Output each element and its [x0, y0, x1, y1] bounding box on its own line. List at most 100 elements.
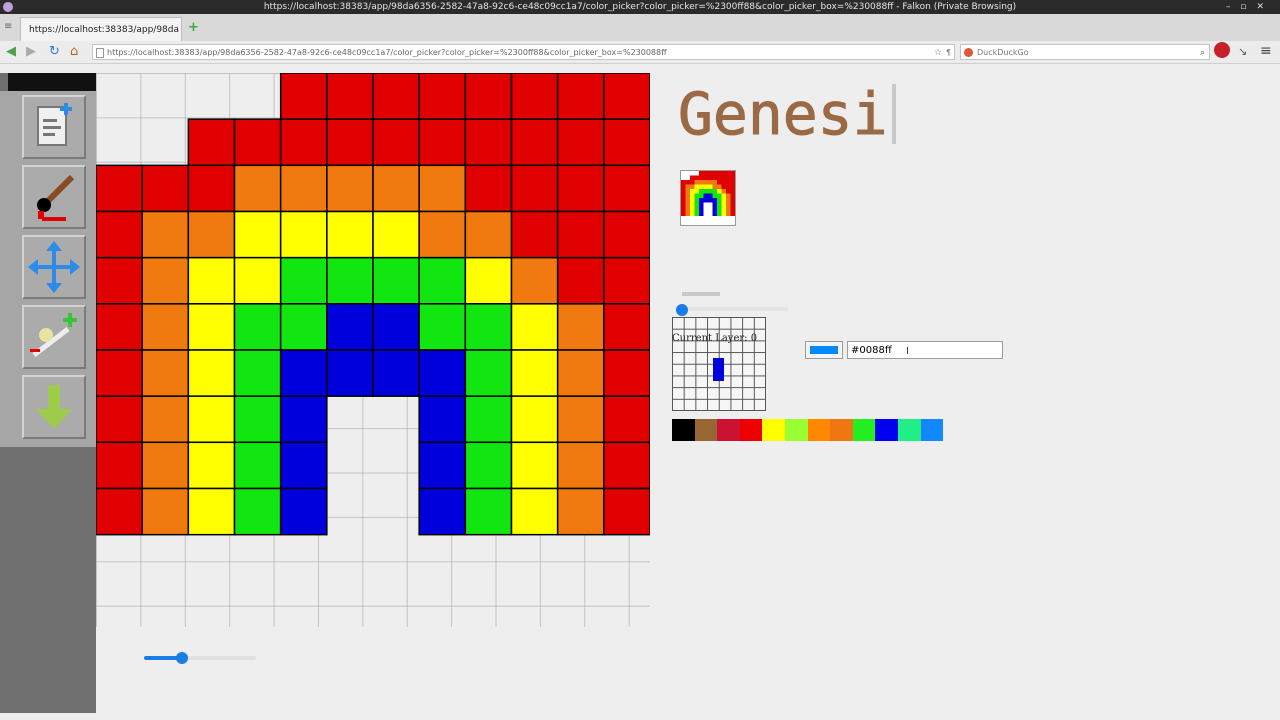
pixel-cell[interactable] — [556, 256, 605, 305]
pixel-cell[interactable] — [556, 210, 605, 259]
pixel-cell[interactable] — [326, 164, 374, 213]
pixel-cell[interactable] — [279, 118, 328, 167]
pixel-cell[interactable] — [96, 164, 143, 213]
palette-swatch[interactable] — [830, 419, 853, 441]
reader-icon[interactable]: ¶ — [946, 45, 951, 59]
pixel-cell[interactable] — [556, 395, 605, 444]
download-tool-button[interactable] — [22, 375, 86, 439]
pixel-cell[interactable] — [464, 487, 513, 536]
pixel-cell[interactable] — [510, 164, 559, 213]
pixel-cell[interactable] — [187, 118, 236, 167]
pixel-cell[interactable] — [510, 441, 559, 490]
layer-slider-track[interactable] — [676, 307, 788, 311]
pixel-cell[interactable] — [141, 164, 190, 213]
palette-swatch[interactable] — [875, 419, 898, 441]
pixel-cell[interactable] — [464, 441, 513, 490]
download-manager-icon[interactable]: ↘ — [1238, 43, 1247, 61]
pixel-cell[interactable] — [418, 73, 467, 120]
pixel-cell[interactable] — [464, 303, 513, 351]
pixel-cell[interactable] — [556, 73, 605, 120]
vertical-scrollbar-thumb[interactable] — [892, 84, 896, 144]
back-arrow-icon[interactable]: ◀ — [6, 43, 16, 61]
horizontal-scrollbar-thumb[interactable] — [682, 292, 720, 296]
pixel-cell[interactable] — [556, 441, 605, 490]
adblock-shield-icon[interactable] — [1214, 42, 1230, 58]
pixel-cell[interactable] — [233, 118, 282, 167]
pixel-cell[interactable] — [326, 303, 374, 351]
pixel-cell[interactable] — [372, 303, 420, 351]
pixel-cell[interactable] — [141, 303, 190, 351]
palette-swatch[interactable] — [784, 419, 808, 441]
pixel-cell[interactable] — [279, 349, 328, 397]
add-layer-tool-button[interactable] — [22, 305, 86, 369]
search-bar[interactable]: DuckDuckGo ⌕ — [960, 44, 1210, 60]
pixel-cell[interactable] — [510, 303, 559, 351]
pixel-cell[interactable] — [96, 487, 143, 536]
palette-swatch[interactable] — [807, 419, 831, 441]
pixel-cell[interactable] — [141, 349, 190, 397]
pixel-cell[interactable] — [418, 487, 467, 536]
layer-slider[interactable] — [676, 304, 788, 316]
pixel-cell[interactable] — [372, 164, 420, 213]
pixel-cell[interactable] — [464, 256, 513, 305]
pixel-cell[interactable] — [603, 210, 650, 259]
palette-swatch[interactable] — [897, 419, 921, 441]
new-file-tool-button[interactable] — [22, 95, 86, 159]
palette-swatch[interactable] — [762, 419, 785, 441]
main-menu-icon[interactable]: ≡ — [1260, 42, 1272, 60]
move-tool-button[interactable] — [22, 235, 86, 299]
pixel-cell[interactable] — [510, 256, 559, 305]
bookmark-star-icon[interactable]: ☆ — [934, 45, 942, 59]
pixel-cell[interactable] — [141, 256, 190, 305]
palette-swatch[interactable] — [852, 419, 876, 441]
reload-icon[interactable]: ↻ — [49, 43, 60, 61]
pixel-cell[interactable] — [464, 73, 513, 120]
pixel-cell[interactable] — [326, 349, 374, 397]
forward-arrow-icon[interactable]: ▶ — [26, 43, 36, 61]
color-hex-input[interactable] — [847, 341, 1003, 359]
pixel-cell[interactable] — [418, 303, 467, 351]
url-bar[interactable]: https://localhost:38383/app/98da6356-258… — [92, 44, 955, 60]
pixel-cell[interactable] — [326, 73, 374, 120]
pixel-cell[interactable] — [603, 441, 650, 490]
layer-mini-grid[interactable] — [672, 317, 766, 411]
palette-swatch[interactable] — [717, 419, 740, 441]
pixel-cell[interactable] — [279, 441, 328, 490]
pixel-cell[interactable] — [603, 73, 650, 120]
pixel-cell[interactable] — [233, 441, 282, 490]
pixel-cell[interactable] — [372, 210, 420, 259]
pixel-cell[interactable] — [233, 395, 282, 444]
pixel-cell[interactable] — [96, 349, 143, 397]
pixel-cell[interactable] — [141, 395, 190, 444]
pixel-cell[interactable] — [326, 118, 374, 167]
pixel-cell[interactable] — [187, 164, 236, 213]
pixel-cell[interactable] — [603, 164, 650, 213]
pixel-cell[interactable] — [372, 349, 420, 397]
pixel-cell[interactable] — [141, 210, 190, 259]
window-controls[interactable]: –▫✕ — [1226, 0, 1274, 14]
pixel-cell[interactable] — [510, 118, 559, 167]
pixel-cell[interactable] — [96, 256, 143, 305]
layer-slider-thumb[interactable] — [676, 304, 688, 316]
pixel-cell[interactable] — [603, 487, 650, 536]
vertical-scrollbar[interactable] — [890, 78, 898, 288]
pixel-cell[interactable] — [233, 210, 282, 259]
layer-thumbnail[interactable] — [680, 170, 736, 226]
pixel-cell[interactable] — [187, 303, 236, 351]
palette-swatch[interactable] — [920, 419, 944, 441]
palette-swatch[interactable] — [672, 419, 695, 441]
pixel-cell[interactable] — [233, 303, 282, 351]
palette-swatch[interactable] — [694, 419, 718, 441]
pixel-cell[interactable] — [187, 395, 236, 444]
pixel-cell[interactable] — [96, 303, 143, 351]
home-icon[interactable]: ⌂ — [70, 43, 78, 61]
pixel-cell[interactable] — [141, 441, 190, 490]
pixel-cell[interactable] — [279, 487, 328, 536]
paint-brush-tool-button[interactable] — [22, 165, 86, 229]
pixel-cell[interactable] — [603, 118, 650, 167]
pixel-cell[interactable] — [464, 164, 513, 213]
pixel-cell[interactable] — [603, 395, 650, 444]
pixel-cell[interactable] — [187, 487, 236, 536]
pixel-cell[interactable] — [279, 210, 328, 259]
pixel-cell[interactable] — [464, 118, 513, 167]
